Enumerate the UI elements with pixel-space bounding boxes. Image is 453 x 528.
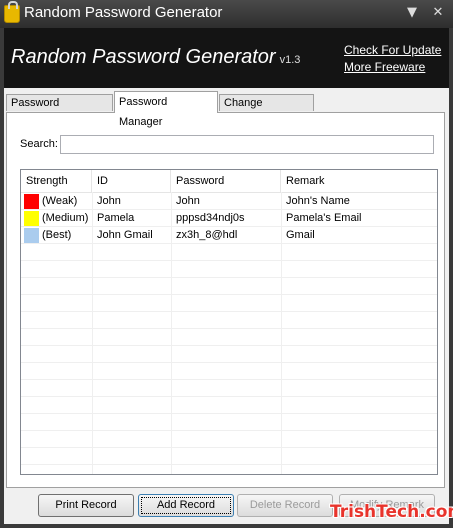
- lock-icon: [4, 1, 20, 23]
- strength-label: (Best): [42, 229, 72, 241]
- column-header-password[interactable]: Password: [171, 170, 281, 192]
- title-bar[interactable]: Random Password Generator ▼ ✕: [0, 0, 453, 28]
- app-window: Random Password Generator ▼ ✕ Random Pas…: [0, 0, 453, 528]
- row-divider: [21, 294, 437, 295]
- column-header-strength[interactable]: Strength: [21, 170, 92, 192]
- app-title: Random Password Generator v1.3: [11, 46, 300, 69]
- id-cell: John: [97, 195, 121, 207]
- column-header-id[interactable]: ID: [92, 170, 171, 192]
- password-cell: zx3h_8@hdl: [176, 229, 238, 241]
- table-row[interactable]: (Weak) John John John's Name: [21, 193, 437, 210]
- search-input[interactable]: [60, 135, 434, 154]
- strength-label: (Weak): [42, 195, 78, 207]
- app-version: v1.3: [279, 54, 301, 66]
- remark-cell: John's Name: [286, 195, 350, 207]
- row-divider: [21, 311, 437, 312]
- delete-record-button[interactable]: Delete Record: [237, 494, 333, 517]
- row-divider: [21, 328, 437, 329]
- id-cell: John Gmail: [97, 229, 153, 241]
- row-divider: [21, 345, 437, 346]
- tab-password-manager[interactable]: Password Manager: [114, 91, 218, 128]
- password-cell: John: [176, 195, 200, 207]
- add-record-button[interactable]: Add Record: [138, 494, 234, 517]
- search-label: Search:: [20, 138, 58, 150]
- strength-swatch: [24, 228, 39, 243]
- row-divider: [21, 413, 437, 414]
- check-update-link[interactable]: Check For Update: [344, 43, 441, 57]
- row-divider: [21, 277, 437, 278]
- app-title-text: Random Password Generator: [11, 46, 276, 68]
- close-button[interactable]: ✕: [428, 4, 448, 22]
- table-header: Strength ID Password Remark: [21, 170, 437, 193]
- tab-panel: Search: Strength ID Password Remark (Wea…: [4, 112, 449, 524]
- password-cell: pppsd34ndj0s: [176, 212, 245, 224]
- app-header: Random Password Generator v1.3 Check For …: [4, 28, 449, 88]
- watermark: TrishTech.com: [330, 502, 453, 522]
- strength-label: (Medium): [42, 212, 89, 224]
- strength-cell: (Best): [21, 227, 92, 244]
- window-title: Random Password Generator: [24, 4, 223, 21]
- strength-swatch: [24, 194, 39, 209]
- row-divider: [21, 464, 437, 465]
- row-divider: [21, 396, 437, 397]
- print-record-button[interactable]: Print Record: [38, 494, 134, 517]
- row-divider: [21, 447, 437, 448]
- tab-strip: Password Generator Password Manager Chan…: [4, 88, 449, 128]
- table-row[interactable]: (Medium) Pamela pppsd34ndj0s Pamela's Em…: [21, 210, 437, 227]
- table-row[interactable]: (Best) John Gmail zx3h_8@hdl Gmail: [21, 227, 437, 244]
- minimize-button[interactable]: ▼: [402, 4, 422, 22]
- password-manager-page: Search: Strength ID Password Remark (Wea…: [6, 112, 445, 488]
- remark-cell: Gmail: [286, 229, 315, 241]
- row-divider: [21, 260, 437, 261]
- column-header-remark[interactable]: Remark: [281, 170, 437, 192]
- row-divider: [21, 362, 437, 363]
- records-table[interactable]: Strength ID Password Remark (Weak) John …: [20, 169, 438, 475]
- tab-password-generator[interactable]: Password Generator: [6, 94, 113, 126]
- row-divider: [21, 430, 437, 431]
- tab-change-password[interactable]: Change Password: [219, 94, 314, 126]
- strength-cell: (Weak): [21, 193, 92, 210]
- more-freeware-link[interactable]: More Freeware: [344, 60, 425, 74]
- strength-swatch: [24, 211, 39, 226]
- strength-cell: (Medium): [21, 210, 92, 227]
- remark-cell: Pamela's Email: [286, 212, 362, 224]
- row-divider: [21, 379, 437, 380]
- id-cell: Pamela: [97, 212, 135, 224]
